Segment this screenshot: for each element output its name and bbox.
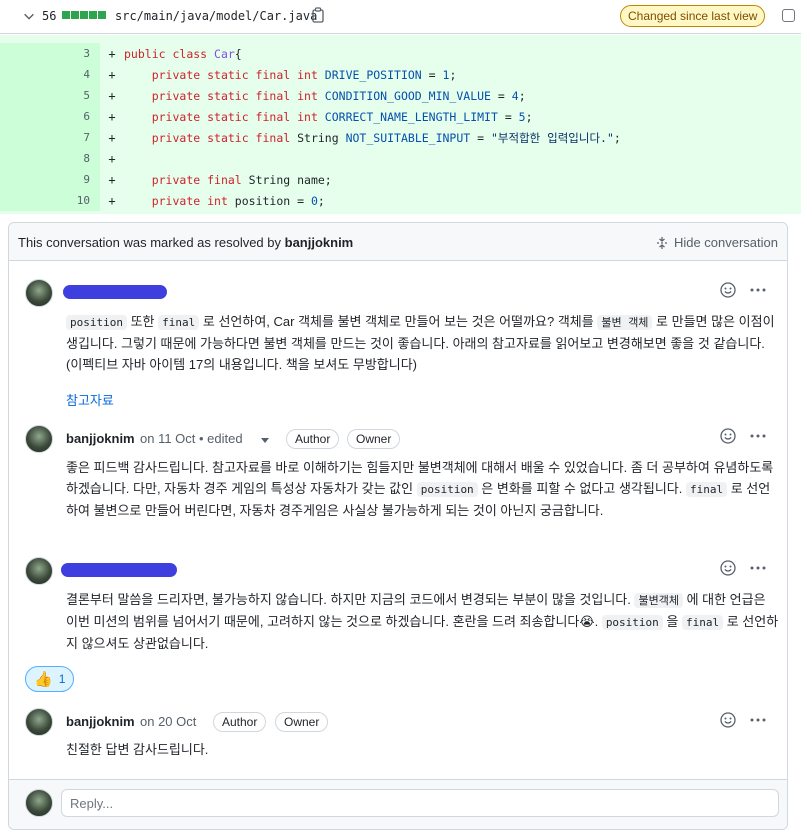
hide-conversation-button[interactable]: Hide conversation [656,235,778,250]
kebab-icon[interactable] [749,281,767,299]
line-number[interactable]: 7 [0,127,100,148]
changed-since-last-view-badge[interactable]: Changed since last view [620,5,766,27]
review-conversation: This conversation was marked as resolved… [8,222,788,830]
code-text: public class Car{ [124,46,242,61]
avatar[interactable] [25,708,53,736]
comment-body: 좋은 피드백 감사드립니다. 참고자료를 바로 이해하기는 힘들지만 불변객체에… [66,460,774,518]
smiley-icon[interactable] [719,281,737,299]
inline-code: 불변객체 [634,593,683,608]
added-marker: + [108,46,116,61]
diff-line: 5 + private static final int CONDITION_GO… [0,85,801,106]
smiley-icon[interactable] [719,559,737,577]
diff-line: 9 + private final String name; [0,169,801,190]
code-text: private static final int DRIVE_POSITION … [151,67,457,82]
avatar[interactable] [25,557,53,585]
smiley-icon[interactable] [719,711,737,729]
comment-body: 친절한 답변 감사드립니다. [66,742,209,757]
line-number[interactable]: 5 [0,85,100,106]
added-marker: + [108,88,116,103]
added-marker: + [108,193,116,208]
owner-badge: Owner [275,712,329,732]
inline-code: final [685,482,728,497]
diff-view: 3 + public class Car{ 4 + private static fin… [0,35,801,214]
inline-code: position [601,615,663,630]
diff-line: 8 + [0,148,801,169]
added-marker: + [108,172,116,187]
reaction-thumbs-up[interactable]: 👍 1 [25,666,75,692]
added-marker: + [108,151,116,166]
file-path[interactable]: src/main/java/model/Car.java [115,9,317,23]
line-number[interactable]: 3 [0,43,100,64]
smiley-icon[interactable] [719,427,737,445]
resolved-user[interactable]: banjjoknim [285,235,354,250]
diff-line: 7 + private static final String NOT_SUITA… [0,127,801,148]
line-number[interactable]: 9 [0,169,100,190]
copy-icon[interactable] [311,7,325,23]
code-text: private final String name; [151,172,332,187]
inline-code: position [66,315,127,330]
reaction-count: 1 [58,672,66,686]
diffstat-bars [62,11,106,19]
diff-line: 6 + private static final int CORRECT_NAME… [0,106,801,127]
kebab-icon[interactable] [749,711,767,729]
owner-badge: Owner [347,429,401,449]
comment-body: 결론부터 말씀을 드리자면, 불가능하지 않습니다. 하지만 지금의 코드에서 … [66,592,779,651]
line-number[interactable]: 4 [0,64,100,85]
redacted-username [61,563,177,577]
line-number[interactable]: 8 [0,148,100,169]
unfold-icon [656,236,667,249]
added-marker: + [108,109,116,124]
comment-author[interactable]: banjjoknim [66,714,135,729]
inline-code: 불변 객체 [597,315,653,330]
reply-bar [9,779,787,829]
chevron-down-icon[interactable] [22,9,36,23]
inline-code: final [158,315,200,330]
added-marker: + [108,130,116,145]
file-header: 56 src/main/java/model/Car.java Changed … [0,0,801,34]
inline-code: final [681,615,724,630]
code-text: private static final int CONDITION_GOOD_… [151,88,526,103]
author-badge: Author [286,429,340,449]
thumbs-up-icon: 👍 [34,671,53,688]
conversation-header: This conversation was marked as resolved… [9,223,787,261]
redacted-username [63,285,167,299]
diff-line: 3 + public class Car{ [0,43,801,64]
comment-meta[interactable]: on 11 Oct • edited [140,431,243,446]
kebab-icon[interactable] [749,427,767,445]
avatar[interactable] [25,425,53,453]
reference-link[interactable]: 참고자료 [66,390,114,409]
line-number[interactable]: 10 [0,190,100,211]
inline-code: position [416,482,478,497]
resolved-message: This conversation was marked as resolved… [18,235,354,250]
reply-input[interactable] [61,789,779,817]
diff-line: 4 + private static final int DRIVE_POSITI… [0,64,801,85]
line-number[interactable]: 6 [0,106,100,127]
added-marker: + [108,67,116,82]
code-text: private int position = 0; [151,193,325,208]
diff-line: 10 + private int position = 0; [0,190,801,211]
edited-caret-icon[interactable] [261,438,269,443]
comment-author[interactable]: banjjoknim [66,431,135,446]
change-count: 56 [42,9,57,23]
avatar [25,789,53,817]
kebab-icon[interactable] [749,559,767,577]
comment-meta[interactable]: on 20 Oct [140,714,196,729]
code-text: private static final int CORRECT_NAME_LE… [151,109,533,124]
avatar[interactable] [25,279,53,307]
comment-body: position 또한 final 로 선언하여, Car 객체를 불변 객체로… [66,314,775,372]
author-badge: Author [213,712,267,732]
code-text: private static final String NOT_SUITABLE… [151,130,621,145]
viewed-checkbox[interactable] [782,9,795,22]
